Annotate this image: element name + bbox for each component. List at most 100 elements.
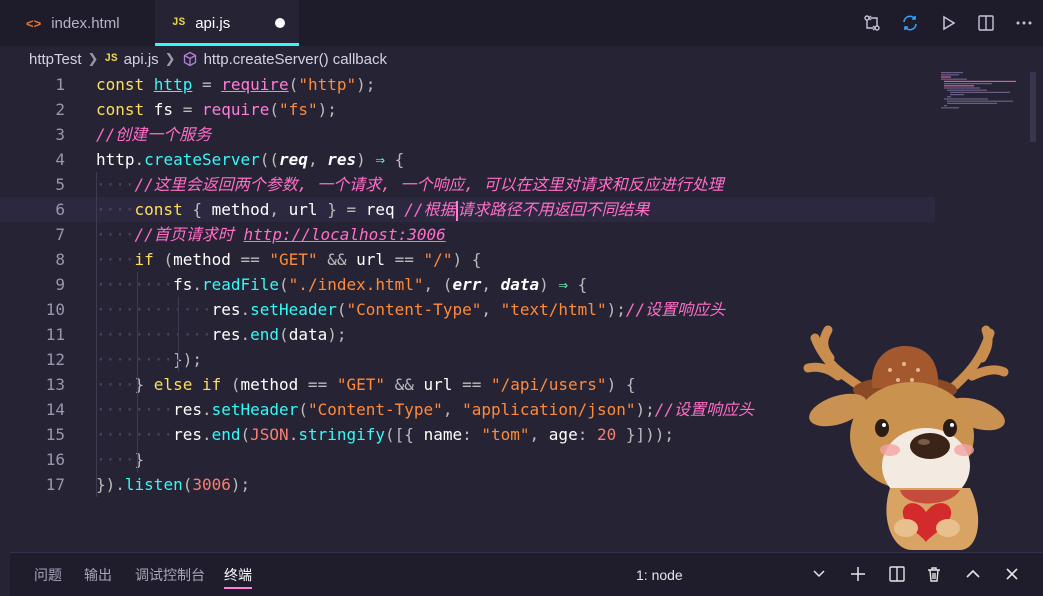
code-line[interactable]: 2 const fs = require("fs"); (0, 97, 935, 122)
git-compare-icon[interactable] (859, 10, 885, 36)
code-token: }) (96, 475, 116, 494)
breadcrumb-file-label: api.js (123, 50, 159, 68)
code-text: const fs = require("fs"); (96, 97, 337, 122)
code-token: err (452, 275, 482, 294)
code-line[interactable]: 16 ····} (0, 447, 935, 472)
line-number: 9 (55, 275, 65, 294)
code-token: { (385, 150, 405, 169)
tab-index-html[interactable]: <> index.html (0, 0, 155, 46)
minimap[interactable] (941, 72, 1021, 112)
code-text: ········res.setHeader("Content-Type", "a… (96, 397, 754, 422)
run-icon[interactable] (935, 10, 961, 36)
code-token: , (529, 425, 549, 444)
tab-output[interactable]: 输出 (84, 553, 112, 596)
indent-guide (137, 397, 138, 472)
code-text: ········res.end(JSON.stringify([{ name: … (96, 422, 674, 447)
code-token: http (153, 75, 193, 94)
code-token: ) { (606, 375, 636, 394)
line-number: 10 (45, 300, 65, 319)
code-line[interactable]: 13 ····} else if (method == "GET" && url … (0, 372, 935, 397)
code-token: method (173, 250, 231, 269)
vertical-scrollbar[interactable] (1030, 72, 1036, 142)
unsaved-dot-icon[interactable] (275, 18, 285, 28)
breadcrumb-file[interactable]: JS api.js (104, 51, 158, 68)
code-line[interactable]: 12 ········}); (0, 347, 935, 372)
terminal-select[interactable]: 1: node (636, 553, 826, 596)
code-text: http.createServer((req, res) ⇒ { (96, 147, 404, 172)
code-line[interactable]: 7 ····//首页请求时 http://localhost:3006 (0, 222, 935, 247)
code-token: ( (279, 325, 289, 344)
code-token: 3006 (192, 475, 231, 494)
split-editor-icon[interactable] (973, 10, 999, 36)
code-line[interactable]: 1 const http = require("http"); (0, 72, 935, 97)
breadcrumb-symbol[interactable]: http.createServer() callback (182, 51, 387, 68)
code-token: { (192, 200, 212, 219)
code-token: "Content-Type" (346, 300, 482, 319)
code-token: ············ (96, 325, 212, 344)
code-line[interactable]: 11 ············res.end(data); (0, 322, 935, 347)
code-token: { (568, 275, 588, 294)
code-token: "application/json" (462, 400, 636, 419)
code-token: "fs" (279, 100, 318, 119)
code-token: req (365, 200, 395, 219)
code-line[interactable]: 5 ····//这里会返回两个参数, 一个请求, 一个响应, 可以在这里对请求和反… (0, 172, 935, 197)
code-token: readFile (201, 275, 280, 294)
tab-terminal[interactable]: 终端 (224, 553, 252, 596)
close-panel-icon[interactable] (1002, 564, 1022, 584)
code-line[interactable]: 3 //创建一个服务 (0, 122, 935, 147)
code-line[interactable]: 14 ········res.setHeader("Content-Type", … (0, 397, 935, 422)
code-token: "tom" (481, 425, 530, 444)
line-number: 8 (55, 250, 65, 269)
code-text: ····if (method == "GET" && url == "/") { (96, 247, 481, 272)
trash-icon[interactable] (924, 564, 944, 584)
code-token: ); (606, 300, 626, 319)
code-line[interactable]: 4 http.createServer((req, res) ⇒ { (0, 147, 935, 172)
code-token: 请求路径不用返回不同结果 (457, 200, 650, 219)
chevron-right-icon: ❯ (164, 51, 176, 66)
code-token: (( (259, 150, 280, 169)
code-token: url (423, 375, 453, 394)
line-number: 12 (45, 350, 65, 369)
code-line[interactable]: 15 ········res.end(JSON.stringify([{ name… (0, 422, 935, 447)
code-token: == (230, 250, 270, 269)
code-line[interactable]: 6 ····const { method, url } = req //根据 请求路… (0, 197, 935, 222)
code-token: ········ (96, 275, 174, 294)
code-token: }])); (616, 425, 675, 444)
code-token: . (288, 425, 299, 444)
code-token: method (211, 200, 270, 219)
code-token: = (192, 75, 222, 94)
code-token: ( (288, 75, 299, 94)
breadcrumb-folder[interactable]: httpTest (29, 51, 82, 68)
tab-problems[interactable]: 问题 (34, 553, 62, 596)
split-terminal-icon[interactable] (887, 564, 907, 584)
line-number: 2 (55, 100, 65, 119)
sync-icon[interactable] (897, 10, 923, 36)
code-line[interactable]: 10 ············res.setHeader("Content-Typ… (0, 297, 935, 322)
tab-api-js[interactable]: JS api.js (155, 0, 299, 46)
code-token: require (201, 100, 270, 119)
deer-sticker-image (800, 318, 1010, 550)
new-terminal-icon[interactable] (848, 564, 868, 584)
code-line[interactable]: 8 ····if (method == "GET" && url == "/") … (0, 247, 935, 272)
tab-label: index.html (51, 14, 120, 32)
maximize-panel-icon[interactable] (963, 564, 983, 584)
code-token: ········ (96, 350, 174, 369)
code-token: && (385, 375, 424, 394)
code-token: JSON (250, 425, 289, 444)
code-token: , (481, 300, 501, 319)
code-token: res (211, 300, 241, 319)
code-line[interactable]: 9 ········fs.readFile("./index.html", (er… (0, 272, 935, 297)
code-token: , (442, 400, 463, 419)
more-icon[interactable] (1011, 10, 1037, 36)
code-token: = (173, 100, 202, 119)
code-token: ···· (96, 200, 135, 219)
code-token: "text/html" (500, 300, 607, 319)
tab-debug-console[interactable]: 调试控制台 (135, 553, 205, 596)
code-text: const http = require("http"); (96, 72, 375, 97)
code-text: ····//这里会返回两个参数, 一个请求, 一个响应, 可以在这里对请求和反应… (96, 172, 724, 197)
code-token: ) { (452, 250, 482, 269)
code-token: ([{ (385, 425, 424, 444)
line-number: 14 (45, 400, 65, 419)
code-line[interactable]: 17}).listen(3006); (0, 472, 935, 497)
code-token: ); (327, 325, 347, 344)
